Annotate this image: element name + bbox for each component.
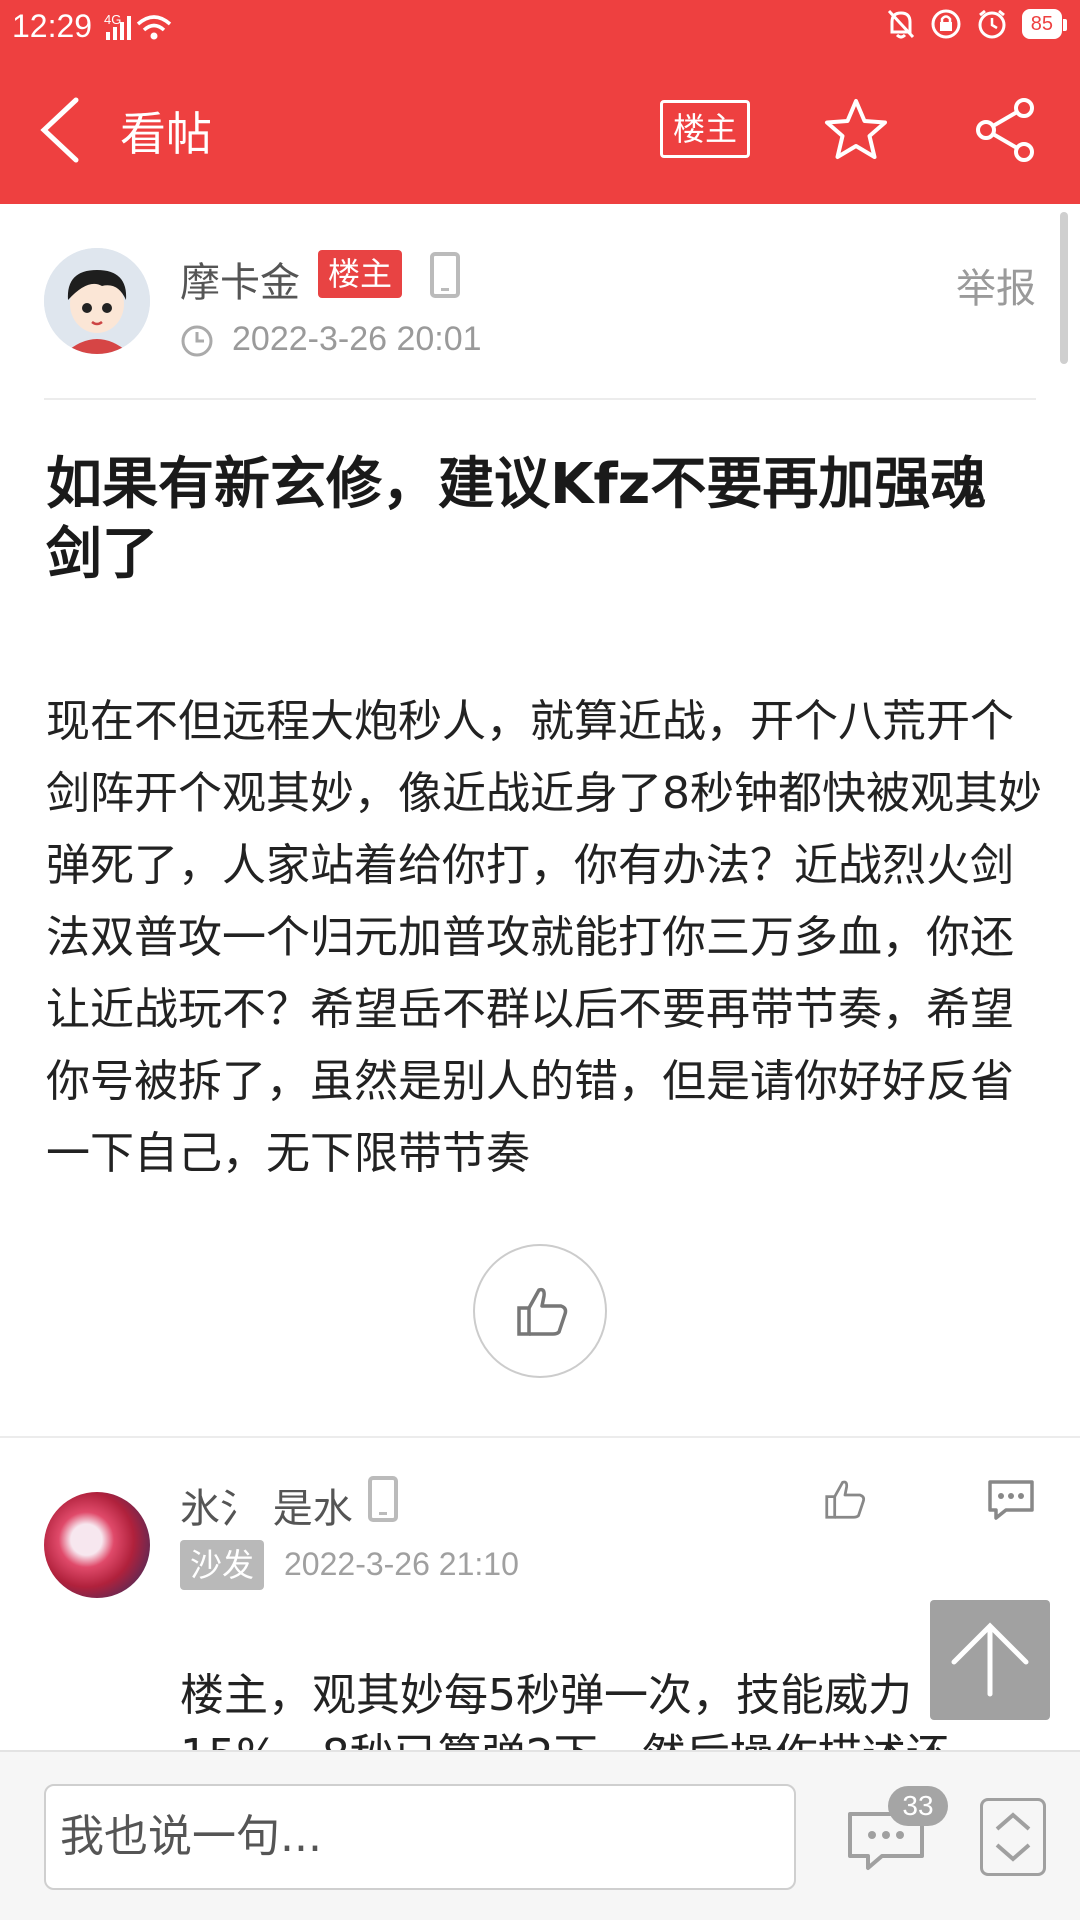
up-down-chevron-icon xyxy=(995,1812,1031,1862)
like-button[interactable] xyxy=(473,1244,607,1378)
arrow-up-icon xyxy=(951,1622,1029,1697)
author-avatar[interactable] xyxy=(44,248,150,354)
favorite-button[interactable] xyxy=(822,96,890,164)
mobile-device-icon xyxy=(430,252,460,298)
lock-icon xyxy=(931,9,961,39)
clock-icon xyxy=(181,325,213,357)
page-nav-button[interactable] xyxy=(980,1798,1046,1876)
mobile-device-icon xyxy=(368,1476,398,1522)
post-title: 如果有新玄修，建议Kfz不要再加强魂剑了 xyxy=(46,452,987,587)
back-arrow-icon xyxy=(40,97,79,163)
alarm-icon xyxy=(978,9,1006,39)
reply-author-name[interactable]: 氷氵 是水 xyxy=(180,1476,353,1534)
app-bar: 看帖 楼主 xyxy=(0,56,1080,204)
report-link[interactable]: 举报 xyxy=(956,256,1036,314)
reply-text-overflow: 15%，8秒已算弹2下，然后操作描述还 xyxy=(180,1720,1040,1750)
bell-off-icon xyxy=(887,9,914,39)
comment-input[interactable]: 我也说一句... xyxy=(44,1784,796,1890)
post-body: 现在不但远程大炮秒人，就算近战，开个八荒开个剑阵开个观其妙，像近战近身了8秒钟都… xyxy=(46,696,1042,1179)
status-time: 12:29 xyxy=(12,8,93,44)
author-name[interactable]: 摩卡金 xyxy=(180,250,300,308)
battery-icon: 85 xyxy=(1021,9,1068,39)
status-right: 85 xyxy=(886,8,1068,40)
op-only-button[interactable]: 楼主 xyxy=(660,100,750,158)
section-separator xyxy=(0,1436,1080,1438)
bottom-bar: 我也说一句... 33 xyxy=(0,1750,1080,1920)
op-badge: 楼主 xyxy=(318,250,403,298)
star-icon xyxy=(825,99,887,159)
scrollbar[interactable] xyxy=(1060,212,1068,364)
reply-comment-button[interactable] xyxy=(986,1478,1036,1522)
status-bar: 12:29 4G 85 xyxy=(0,0,1080,56)
top-header: 12:29 4G 85 看帖 楼主 xyxy=(0,0,1080,204)
cartoon-avatar-icon xyxy=(44,248,150,354)
network-type: 4G xyxy=(104,12,121,27)
header-divider xyxy=(44,398,1036,400)
reply-like-button[interactable] xyxy=(822,1476,868,1522)
sofa-badge: 沙发 xyxy=(180,1540,265,1590)
share-icon xyxy=(976,98,1034,162)
page-title: 看帖 xyxy=(120,107,212,161)
thumbs-up-icon xyxy=(517,1287,568,1336)
scroll-to-top-button[interactable] xyxy=(930,1600,1050,1720)
signal-icon: 4G xyxy=(104,10,224,48)
reply-author-avatar[interactable] xyxy=(44,1492,150,1598)
post-time: 2022-3-26 20:01 xyxy=(232,320,482,358)
reply-time: 2022-3-26 21:10 xyxy=(284,1546,519,1582)
back-button[interactable] xyxy=(34,94,94,166)
comment-count-badge: 33 xyxy=(888,1786,948,1826)
share-button[interactable] xyxy=(972,96,1040,164)
